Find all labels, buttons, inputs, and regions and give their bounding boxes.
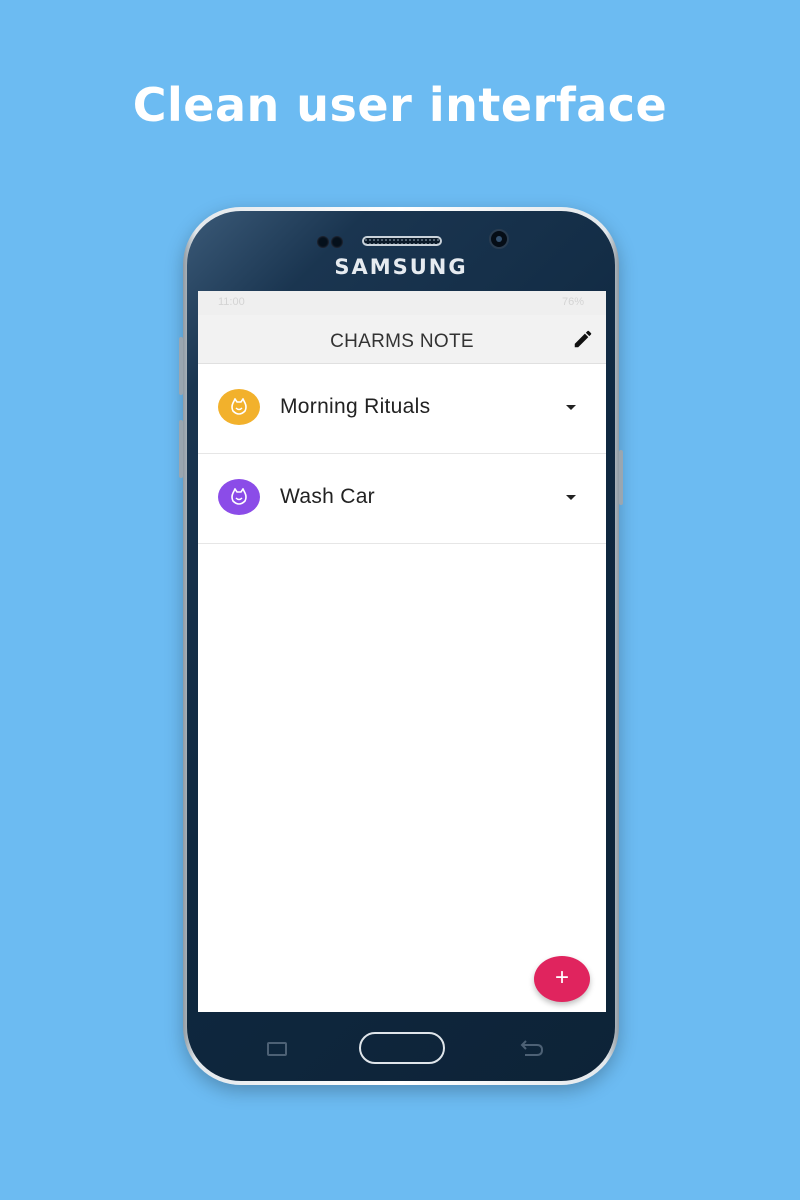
cat-face-icon	[231, 398, 247, 415]
home-button[interactable]	[359, 1032, 445, 1064]
power-button	[619, 450, 623, 505]
note-item-wash-car[interactable]: Wash Car	[198, 454, 606, 544]
promo-headline: Clean user interface	[132, 78, 668, 132]
recent-apps-icon[interactable]	[267, 1042, 287, 1056]
note-avatar	[218, 389, 260, 425]
add-note-button[interactable]: +	[534, 956, 590, 1002]
volume-down-button	[179, 420, 183, 478]
hardware-nav	[187, 1017, 615, 1077]
cat-face-icon	[231, 488, 247, 505]
app-title: CHARMS NOTE	[330, 331, 474, 352]
status-bar: 11:00 76%	[198, 291, 606, 315]
dropdown-arrow-icon[interactable]	[566, 405, 576, 410]
phone-body: SAMSUNG 11:00 76% CHARMS NOTE Morning Ri…	[187, 211, 615, 1081]
proximity-sensors	[317, 235, 347, 249]
pencil-edit-icon[interactable]	[572, 328, 594, 350]
front-camera-icon	[489, 229, 509, 249]
earpiece-speaker	[362, 236, 442, 246]
dropdown-arrow-icon[interactable]	[566, 495, 576, 500]
app-screen: 11:00 76% CHARMS NOTE Morning Rituals Wa…	[198, 291, 606, 1012]
status-battery: 76%	[561, 296, 584, 308]
volume-up-button	[179, 337, 183, 395]
note-item-morning-rituals[interactable]: Morning Rituals	[198, 364, 606, 454]
note-avatar	[218, 479, 260, 515]
note-title: Wash Car	[280, 485, 375, 508]
phone-frame: SAMSUNG 11:00 76% CHARMS NOTE Morning Ri…	[179, 207, 623, 1085]
note-title: Morning Rituals	[280, 395, 431, 418]
back-icon[interactable]	[517, 1039, 545, 1064]
app-bar: CHARMS NOTE	[198, 315, 606, 364]
device-brand: SAMSUNG	[334, 255, 468, 279]
status-time: 11:00	[218, 296, 245, 308]
